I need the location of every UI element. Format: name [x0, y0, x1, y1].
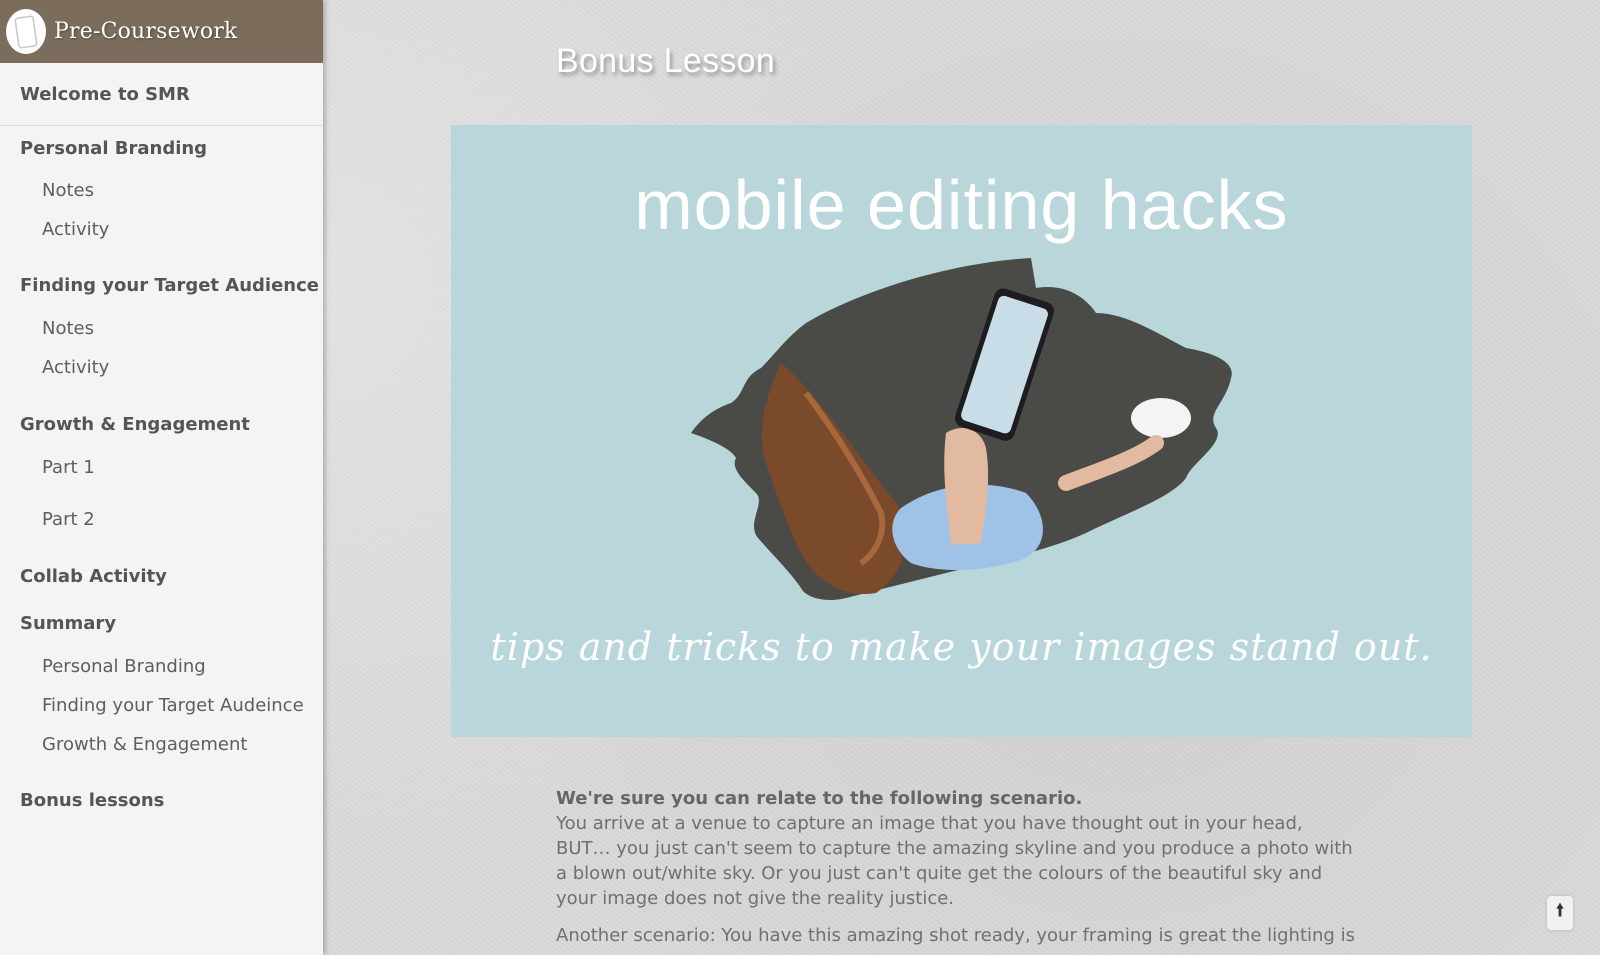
- nav-section-personal-branding[interactable]: Personal Branding: [20, 137, 207, 161]
- nav-section-collab-activity[interactable]: Collab Activity: [20, 565, 167, 589]
- nav-item-target-audience-activity[interactable]: Activity: [42, 356, 109, 380]
- paragraph: You arrive at a venue to capture an imag…: [556, 813, 1353, 909]
- nav-section-target-audience[interactable]: Finding your Target Audience: [20, 274, 319, 298]
- hero-photo: [686, 253, 1246, 617]
- hero-tagline: tips and tricks to make your images stan…: [490, 625, 1433, 669]
- nav-welcome[interactable]: Welcome to SMR: [0, 63, 323, 126]
- sidebar-header: Pre-Coursework: [0, 0, 323, 63]
- page-title: Bonus Lesson: [556, 42, 776, 80]
- scroll-to-top-button[interactable]: 🠙: [1547, 896, 1573, 930]
- sidebar: Pre-Coursework Welcome to SMR Personal B…: [0, 0, 323, 955]
- nav-section-growth-engagement[interactable]: Growth & Engagement: [20, 413, 250, 437]
- hero-heading: mobile editing hacks: [634, 166, 1289, 244]
- nav-item-growth-part-1[interactable]: Part 1: [42, 456, 95, 480]
- nav-item-summary-personal-branding[interactable]: Personal Branding: [42, 655, 206, 679]
- paragraph: Another scenario: You have this amazing …: [556, 925, 1355, 955]
- nav-item-target-audience-notes[interactable]: Notes: [42, 317, 94, 341]
- nav-item-personal-branding-activity[interactable]: Activity: [42, 218, 109, 242]
- arrow-up-icon: 🠙: [1555, 900, 1565, 921]
- nav-item-summary-target-audience[interactable]: Finding your Target Audeince: [42, 694, 304, 718]
- tablet-icon[interactable]: [6, 9, 46, 54]
- nav-item-summary-growth[interactable]: Growth & Engagement: [42, 733, 247, 757]
- nav-section-bonus-lessons[interactable]: Bonus lessons: [20, 789, 164, 813]
- hero-banner: mobile editing hacks tips and tricks to …: [451, 125, 1472, 737]
- lesson-content: We're sure you can relate to the followi…: [556, 786, 1356, 955]
- brand-title[interactable]: Pre-Coursework: [54, 19, 238, 44]
- intro-heading: We're sure you can relate to the followi…: [556, 788, 1083, 809]
- nav-item-personal-branding-notes[interactable]: Notes: [42, 179, 94, 203]
- nav-section-summary[interactable]: Summary: [20, 612, 116, 636]
- nav-item-growth-part-2[interactable]: Part 2: [42, 508, 95, 532]
